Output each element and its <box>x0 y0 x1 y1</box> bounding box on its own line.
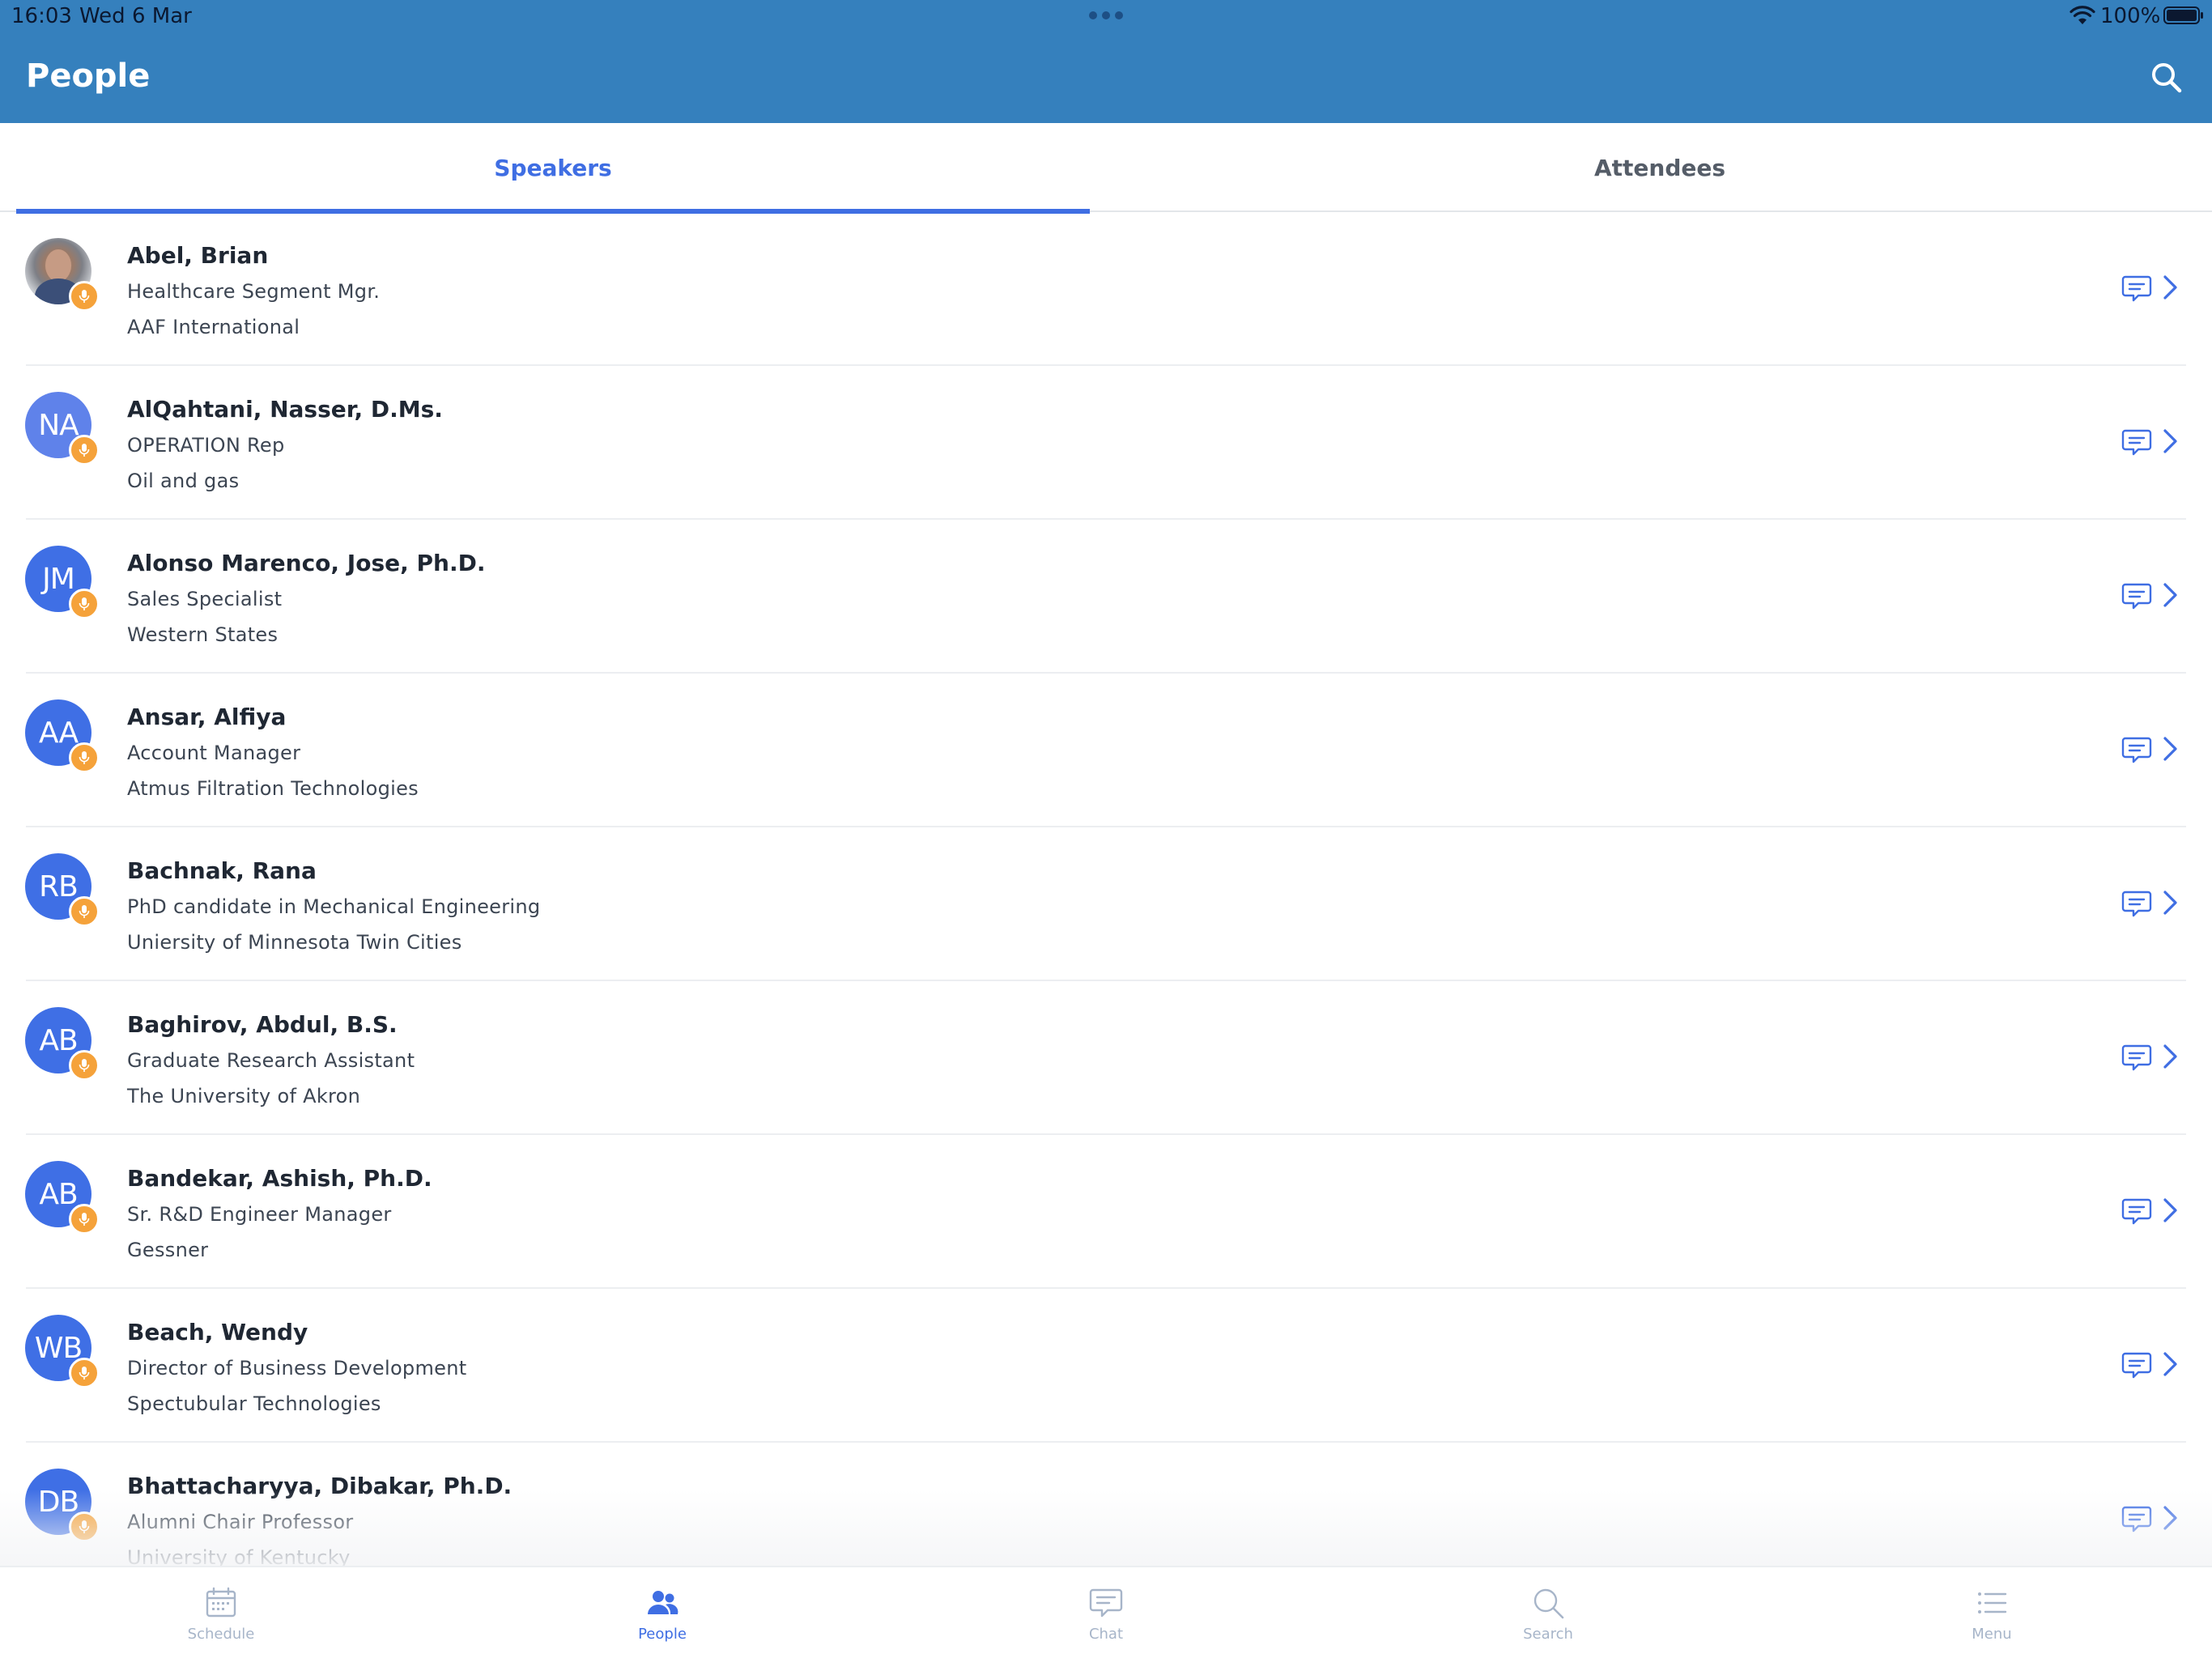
nav-schedule[interactable]: Schedule <box>124 1567 318 1658</box>
page-title: People <box>26 57 151 95</box>
person-organization: Gessner <box>127 1239 209 1261</box>
search-icon <box>1534 1588 1564 1619</box>
status-time: 16:03 <box>11 4 72 28</box>
bottom-tab-bar: Schedule People Chat Search Menu <box>0 1566 2212 1658</box>
person-job-title: Healthcare Segment Mgr. <box>127 280 381 303</box>
person-row[interactable]: DB Bhattacharyya, Dibakar, Ph.D. Alumni … <box>0 1443 2212 1566</box>
person-row[interactable]: WB Beach, Wendy Director of Business Dev… <box>0 1289 2212 1443</box>
status-date: Wed 6 Mar <box>79 4 192 28</box>
message-icon[interactable] <box>2121 1350 2152 1381</box>
message-icon[interactable] <box>2121 1043 2152 1073</box>
chevron-right-icon[interactable] <box>2160 1504 2180 1532</box>
person-job-title: Sr. R&D Engineer Manager <box>127 1203 392 1226</box>
person-organization: Uniersity of Minnesota Twin Cities <box>127 931 462 954</box>
chevron-right-icon[interactable] <box>2160 735 2180 763</box>
chat-icon <box>1089 1588 1123 1618</box>
message-icon[interactable] <box>2121 427 2152 458</box>
segment-tabs: Speakers Attendees <box>0 123 2212 214</box>
person-job-title: Director of Business Development <box>127 1357 467 1380</box>
person-name: Bachnak, Rana <box>127 857 317 884</box>
chevron-right-icon[interactable] <box>2160 274 2180 301</box>
person-name: Ansar, Alfiya <box>127 704 287 730</box>
chevron-right-icon[interactable] <box>2160 1350 2180 1378</box>
person-row[interactable]: AB Baghirov, Abdul, B.S. Graduate Resear… <box>0 981 2212 1135</box>
nav-label: People <box>638 1626 687 1643</box>
person-job-title: Sales Specialist <box>127 588 283 610</box>
menu-list-icon <box>1978 1592 2007 1613</box>
people-icon <box>648 1591 678 1614</box>
person-row[interactable]: AB Bandekar, Ashish, Ph.D. Sr. R&D Engin… <box>0 1135 2212 1289</box>
nav-people[interactable]: People <box>565 1567 759 1658</box>
speaker-mic-icon <box>69 1511 100 1542</box>
person-name: AlQahtani, Nasser, D.Ms. <box>127 396 443 423</box>
person-name: Beach, Wendy <box>127 1319 308 1346</box>
person-organization: The University of Akron <box>127 1085 361 1107</box>
chevron-right-icon[interactable] <box>2160 1197 2180 1224</box>
person-name: Alonso Marenco, Jose, Ph.D. <box>127 550 486 576</box>
battery-percentage: 100% <box>2100 4 2161 28</box>
app-header: 16:03 Wed 6 Mar 100% People <box>0 0 2212 123</box>
nav-menu[interactable]: Menu <box>1895 1567 2089 1658</box>
person-row[interactable]: NA AlQahtani, Nasser, D.Ms. OPERATION Re… <box>0 366 2212 520</box>
multitasking-dots-icon[interactable] <box>1089 11 1123 19</box>
message-icon[interactable] <box>2121 1197 2152 1227</box>
wifi-icon <box>2069 6 2095 24</box>
nav-label: Schedule <box>187 1626 255 1643</box>
person-row[interactable]: Abel, Brian Healthcare Segment Mgr. AAF … <box>0 212 2212 366</box>
speaker-mic-icon <box>69 589 100 619</box>
nav-search[interactable]: Search <box>1451 1567 1645 1658</box>
speaker-mic-icon <box>69 896 100 927</box>
message-icon[interactable] <box>2121 581 2152 612</box>
tab-speakers[interactable]: Speakers <box>16 123 1090 214</box>
person-organization: Western States <box>127 623 279 646</box>
person-organization: University of Kentucky <box>127 1546 351 1566</box>
speaker-mic-icon <box>69 742 100 773</box>
person-job-title: OPERATION Rep <box>127 434 285 457</box>
person-row[interactable]: JM Alonso Marenco, Jose, Ph.D. Sales Spe… <box>0 520 2212 674</box>
speaker-mic-icon <box>69 1050 100 1081</box>
message-icon[interactable] <box>2121 735 2152 766</box>
chevron-right-icon[interactable] <box>2160 889 2180 916</box>
speaker-mic-icon <box>69 435 100 466</box>
battery-icon <box>2163 6 2203 24</box>
person-organization: Oil and gas <box>127 470 240 492</box>
speaker-mic-icon <box>69 1358 100 1388</box>
message-icon[interactable] <box>2121 889 2152 920</box>
person-name: Baghirov, Abdul, B.S. <box>127 1011 398 1038</box>
person-job-title: Graduate Research Assistant <box>127 1049 415 1072</box>
person-name: Abel, Brian <box>127 242 269 269</box>
speaker-mic-icon <box>69 281 100 312</box>
tab-attendees[interactable]: Attendees <box>1090 123 2212 212</box>
message-icon[interactable] <box>2121 274 2152 304</box>
chevron-right-icon[interactable] <box>2160 1043 2180 1070</box>
person-job-title: Account Manager <box>127 742 301 764</box>
person-organization: Spectubular Technologies <box>127 1392 381 1415</box>
chevron-right-icon[interactable] <box>2160 581 2180 609</box>
calendar-icon <box>206 1587 236 1618</box>
speaker-mic-icon <box>69 1204 100 1235</box>
header-search-icon[interactable] <box>2147 58 2186 97</box>
chevron-right-icon[interactable] <box>2160 427 2180 455</box>
nav-label: Chat <box>1088 1626 1124 1643</box>
person-organization: AAF International <box>127 316 300 338</box>
person-row[interactable]: RB Bachnak, Rana PhD candidate in Mechan… <box>0 827 2212 981</box>
person-name: Bhattacharyya, Dibakar, Ph.D. <box>127 1473 513 1499</box>
person-name: Bandekar, Ashish, Ph.D. <box>127 1165 432 1192</box>
message-icon[interactable] <box>2121 1504 2152 1535</box>
person-job-title: Alumni Chair Professor <box>127 1511 354 1533</box>
speakers-list: Abel, Brian Healthcare Segment Mgr. AAF … <box>0 212 2212 1566</box>
nav-chat[interactable]: Chat <box>1009 1567 1203 1658</box>
person-row[interactable]: AA Ansar, Alfiya Account Manager Atmus F… <box>0 674 2212 827</box>
nav-label: Menu <box>1972 1626 2012 1643</box>
person-job-title: PhD candidate in Mechanical Engineering <box>127 895 541 918</box>
person-organization: Atmus Filtration Technologies <box>127 777 419 800</box>
nav-label: Search <box>1523 1626 1573 1643</box>
